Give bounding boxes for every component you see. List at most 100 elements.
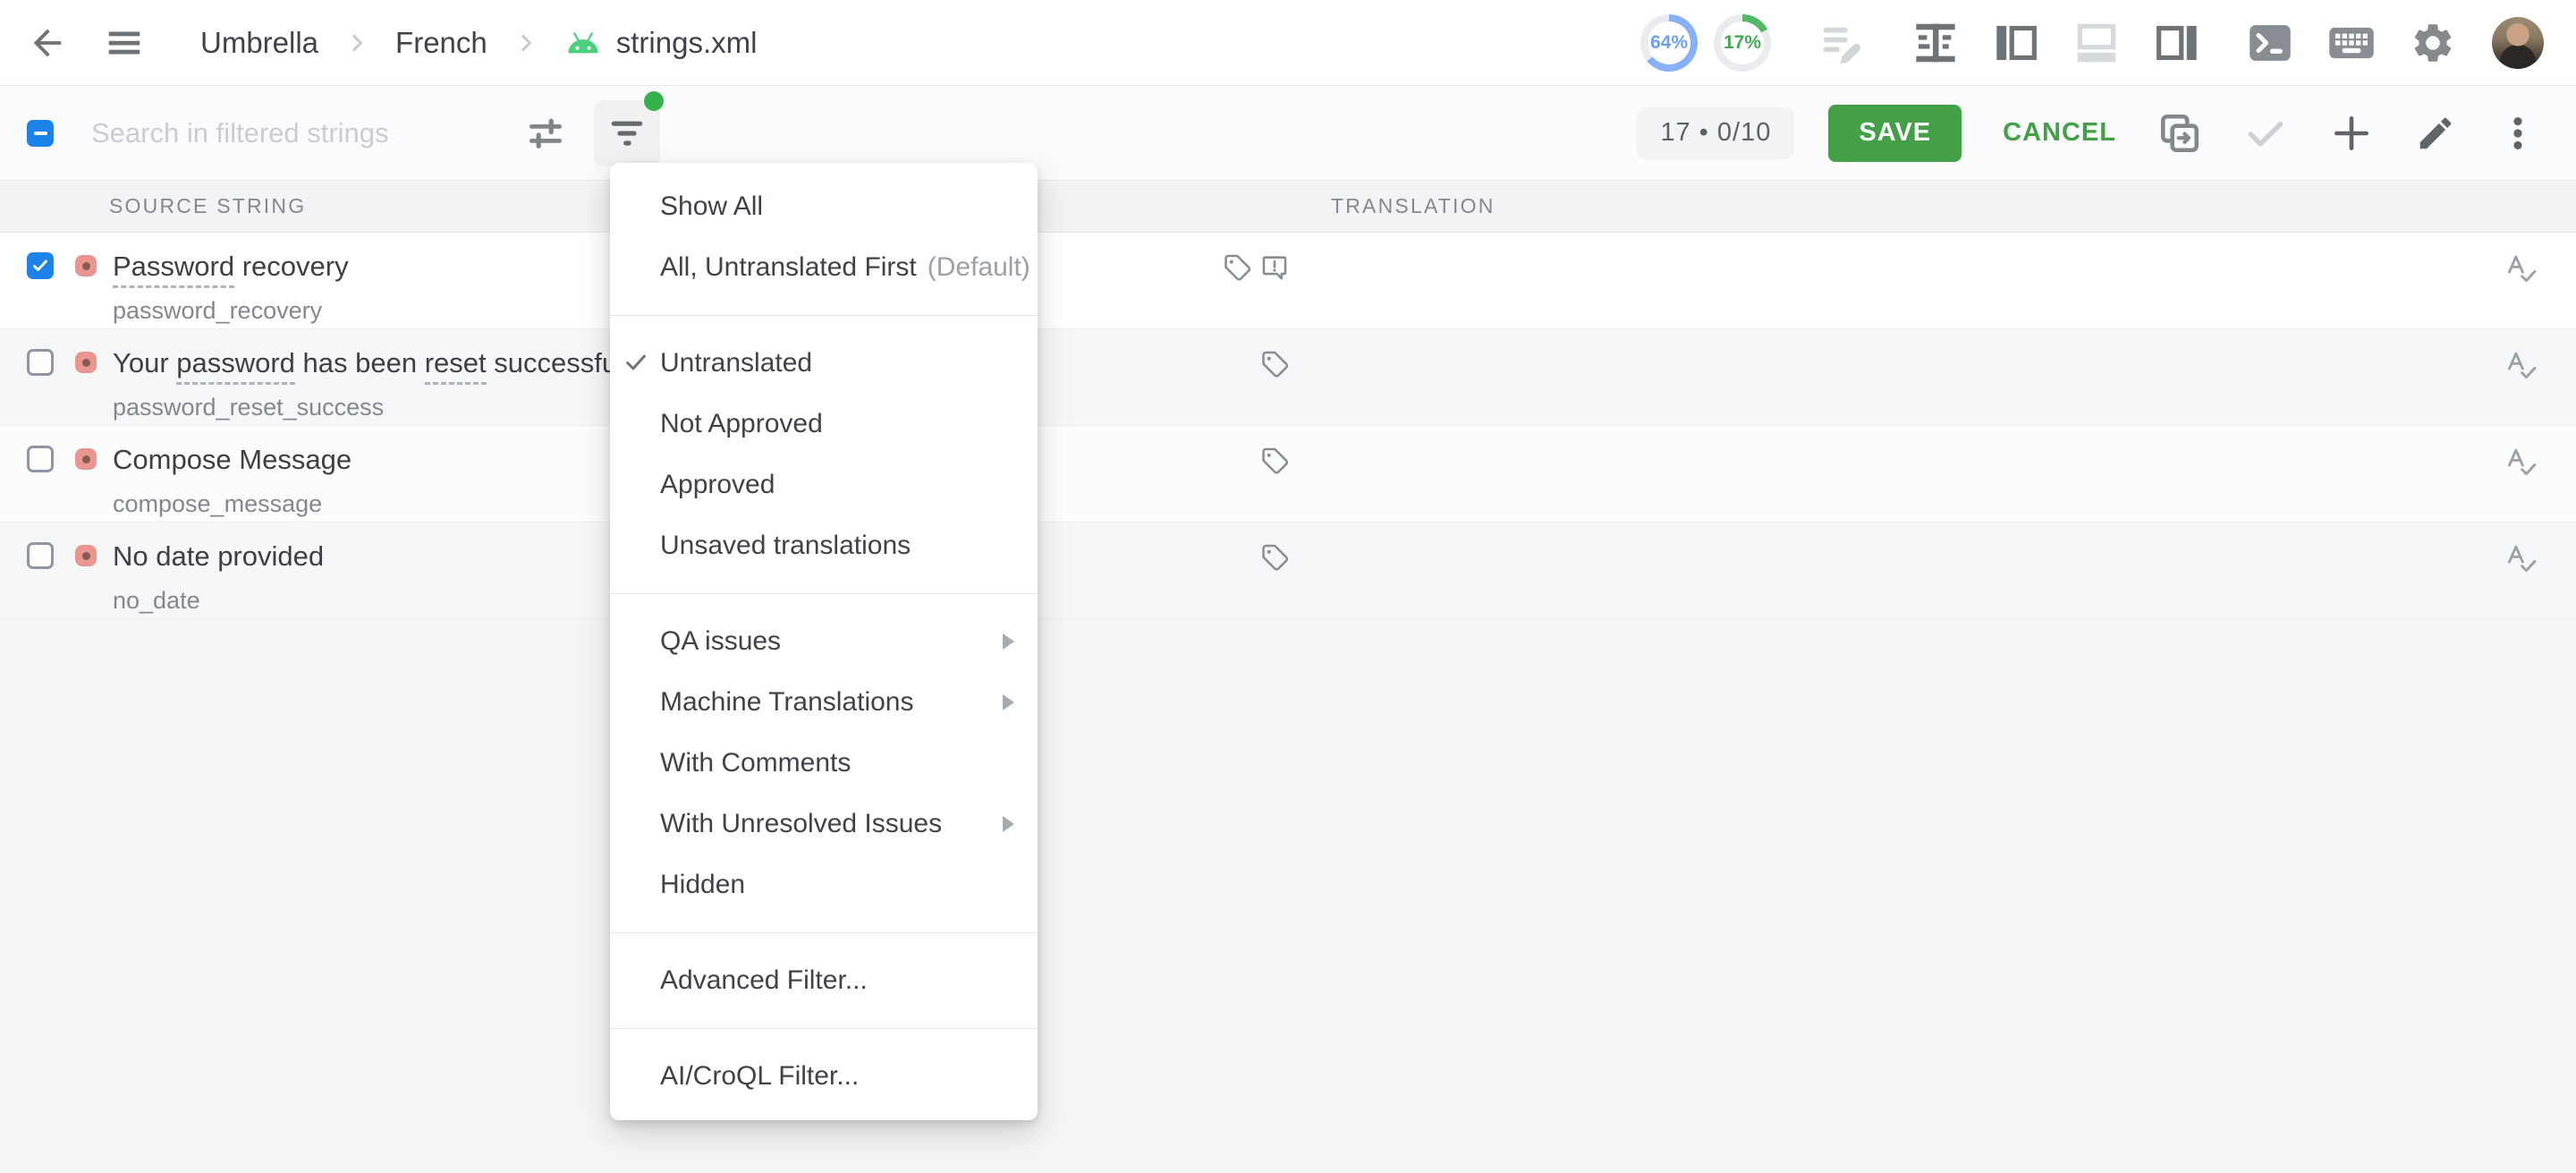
- chevron-right-icon: [345, 31, 369, 55]
- string-list: Password recovery password_recovery Your…: [0, 233, 2576, 619]
- row-checkbox-checked[interactable]: [27, 252, 54, 279]
- table-header: SOURCE STRING TRANSLATION: [0, 181, 2576, 233]
- draft-lines-pencil-icon: [1818, 19, 1866, 67]
- tag-icon: [1222, 252, 1252, 283]
- string-key: no_date: [113, 587, 324, 615]
- table-view-icon: [1912, 20, 1959, 66]
- filter-menu-item-label: QA issues: [660, 626, 781, 657]
- save-button[interactable]: SAVE: [1828, 105, 1962, 162]
- filter-menu-item[interactable]: With Comments: [610, 733, 1038, 794]
- keyboard-icon: [2327, 19, 2376, 67]
- string-badges: [1208, 252, 1290, 283]
- copy-source-button[interactable]: [2157, 111, 2202, 156]
- edit-string-button[interactable]: [2415, 113, 2456, 154]
- terminal-icon: [2247, 20, 2293, 66]
- search-settings-button[interactable]: [521, 108, 571, 158]
- user-avatar[interactable]: [2492, 17, 2544, 69]
- spellcheck-action[interactable]: [2504, 349, 2538, 381]
- filter-menu-item-label: Not Approved: [660, 409, 823, 439]
- a-check-icon: [2504, 349, 2538, 381]
- indeterminate-mark: [34, 132, 47, 135]
- tag-icon: [1259, 446, 1290, 476]
- left-panel-view-button[interactable]: [1993, 20, 2039, 66]
- untranslated-status-icon: [75, 545, 97, 566]
- string-row[interactable]: No date provided no_date: [0, 523, 2576, 619]
- a-check-icon: [2504, 446, 2538, 478]
- translated-progress-value: 64%: [1648, 21, 1690, 64]
- cancel-button[interactable]: CANCEL: [2003, 118, 2116, 148]
- selected-check-icon: [623, 349, 649, 376]
- row-checkbox[interactable]: [27, 542, 54, 569]
- filter-menu-item-label: Advanced Filter...: [660, 965, 868, 996]
- menu-separator: [610, 593, 1038, 594]
- filter-menu-item[interactable]: Hidden: [610, 854, 1038, 915]
- bottom-panel-view-button[interactable]: [2073, 20, 2120, 66]
- filter-menu-item[interactable]: QA issues: [610, 611, 1038, 672]
- string-cell: Your password has been reset successfull…: [113, 347, 643, 421]
- filter-menu-item[interactable]: Show All: [610, 176, 1038, 237]
- string-key: password_recovery: [113, 297, 349, 325]
- filter-button[interactable]: [594, 100, 660, 166]
- string-cell: Password recovery password_recovery: [113, 251, 349, 325]
- filter-menu-item[interactable]: All, Untranslated First(Default): [610, 237, 1038, 298]
- filter-dropdown-menu: Show All All, Untranslated First(Default)…: [610, 163, 1038, 1120]
- breadcrumb-project[interactable]: Umbrella: [200, 26, 318, 60]
- side-by-side-view-button[interactable]: [1912, 20, 1959, 66]
- row-checkbox[interactable]: [27, 446, 54, 472]
- gear-icon: [2410, 20, 2456, 66]
- settings-button[interactable]: [2410, 20, 2456, 66]
- row-checkbox[interactable]: [27, 349, 54, 376]
- topbar-actions: 64% 17%: [1640, 14, 2544, 72]
- add-string-button[interactable]: [2329, 111, 2374, 156]
- filter-menu-item-label: Approved: [660, 470, 775, 500]
- console-button[interactable]: [2247, 20, 2293, 66]
- filter-menu-item[interactable]: Not Approved: [610, 394, 1038, 455]
- string-row[interactable]: Your password has been reset successfull…: [0, 329, 2576, 426]
- android-icon: [564, 30, 602, 55]
- main-menu-button[interactable]: [104, 22, 145, 64]
- search-input[interactable]: [91, 117, 512, 149]
- filter-menu-item[interactable]: Untranslated: [610, 333, 1038, 394]
- filter-menu-item[interactable]: Unsaved translations: [610, 515, 1038, 576]
- bottom-panel-icon: [2073, 20, 2120, 66]
- back-button[interactable]: [27, 22, 68, 64]
- filter-menu-item-suffix: (Default): [928, 252, 1030, 283]
- menu-separator: [610, 932, 1038, 933]
- filter-menu-item-label: Untranslated: [660, 348, 812, 378]
- draft-edit-button[interactable]: [1818, 19, 1866, 67]
- shortcuts-button[interactable]: [2327, 19, 2376, 67]
- comment-issue-icon: [1259, 252, 1290, 283]
- filter-menu-item[interactable]: Advanced Filter...: [610, 950, 1038, 1011]
- filter-menu-item[interactable]: Machine Translations: [610, 672, 1038, 733]
- approved-progress-ring: 17%: [1714, 14, 1771, 72]
- string-row[interactable]: Password recovery password_recovery: [0, 233, 2576, 329]
- spellcheck-action[interactable]: [2504, 446, 2538, 478]
- more-options-button[interactable]: [2497, 113, 2538, 154]
- string-row[interactable]: Compose Message compose_message: [0, 426, 2576, 523]
- filter-menu-item-label: Show All: [660, 191, 763, 222]
- breadcrumb-language[interactable]: French: [395, 26, 487, 60]
- breadcrumb: Umbrella French strings.xml: [200, 26, 757, 60]
- select-all-checkbox[interactable]: [27, 120, 54, 147]
- source-column-header: SOURCE STRING: [0, 194, 306, 218]
- source-string-text: No date provided: [113, 540, 324, 573]
- filter-menu-item[interactable]: With Unresolved Issues: [610, 794, 1038, 854]
- filter-menu-item[interactable]: Approved: [610, 455, 1038, 515]
- filter-menu-item[interactable]: AI/CroQL Filter...: [610, 1046, 1038, 1107]
- submenu-arrow-icon: [1003, 633, 1014, 650]
- source-string-text: Your password has been reset successfull…: [113, 347, 643, 379]
- a-check-icon: [2504, 542, 2538, 574]
- check-icon: [2243, 111, 2288, 156]
- string-key: password_reset_success: [113, 394, 643, 421]
- right-panel-view-button[interactable]: [2154, 20, 2200, 66]
- spellcheck-action[interactable]: [2504, 252, 2538, 285]
- plus-icon: [2329, 111, 2374, 156]
- string-cell: No date provided no_date: [113, 540, 324, 615]
- approve-button[interactable]: [2243, 111, 2288, 156]
- filter-active-badge: [644, 91, 664, 111]
- tune-icon: [524, 112, 567, 155]
- breadcrumb-file-label: strings.xml: [616, 26, 758, 60]
- spellcheck-action[interactable]: [2504, 542, 2538, 574]
- breadcrumb-file[interactable]: strings.xml: [564, 26, 758, 60]
- arrow-back-icon: [27, 22, 68, 64]
